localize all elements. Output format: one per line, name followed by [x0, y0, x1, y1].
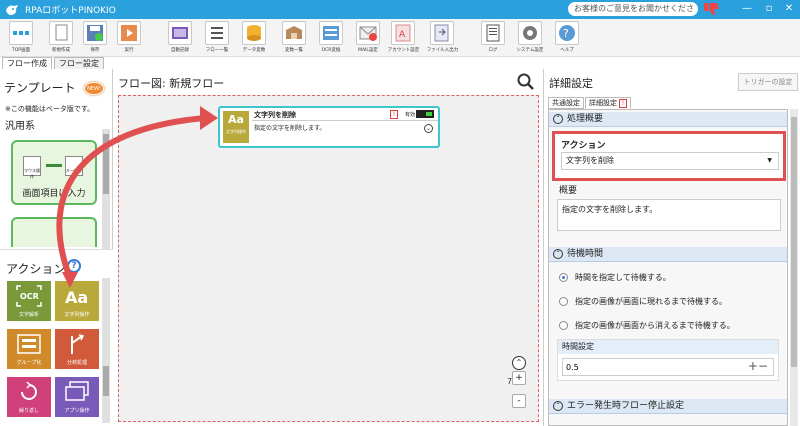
warning-icon: ! — [619, 99, 627, 108]
time-input[interactable] — [562, 358, 774, 376]
section-title: 待機時間 — [567, 249, 604, 259]
detail-title: 詳細設定 — [549, 77, 593, 90]
radio-button[interactable] — [559, 273, 568, 282]
radio-label: 指定の画像が画面に現れるまで待機する。 — [575, 297, 727, 306]
collapse-icon[interactable]: ⌃ — [553, 401, 563, 411]
section-title: エラー発生時フロー停止設定 — [567, 401, 685, 411]
summary-label: 概要 — [559, 186, 578, 196]
tab-label: 詳細設定 — [589, 99, 617, 107]
section-process-summary[interactable]: ⌃ 処理概要 — [549, 112, 787, 127]
tab-common-settings[interactable]: 共通設定 — [548, 97, 584, 109]
radio-wait-image-appear[interactable]: 指定の画像が画面に現れるまで待機する。 — [559, 296, 727, 307]
stepper-icon[interactable]: +− — [748, 359, 768, 373]
scroll-thumb[interactable] — [791, 117, 797, 367]
trigger-settings-button[interactable]: トリガーの設定 — [738, 73, 798, 91]
time-setting-label: 時間設定 — [558, 340, 778, 354]
action-select-value: 文字列を削除 — [566, 156, 614, 165]
detail-tabs: 共通設定 詳細設定! — [548, 97, 631, 109]
action-field-highlight: アクション 文字列を削除 ▼ — [552, 131, 786, 181]
radio-button[interactable] — [559, 321, 568, 330]
section-error-stop[interactable]: ⌃ エラー発生時フロー停止設定 — [549, 399, 787, 414]
collapse-icon[interactable]: ⌃ — [553, 114, 563, 124]
dropdown-arrow-icon: ▼ — [767, 157, 772, 164]
detail-scrollbar[interactable] — [790, 109, 798, 426]
radio-label: 時間を指定して待機する。 — [575, 273, 671, 282]
section-wait-time[interactable]: ⌃ 待機時間 — [549, 247, 787, 262]
action-select[interactable]: 文字列を削除 ▼ — [561, 152, 779, 170]
radio-button[interactable] — [559, 297, 568, 306]
detail-body: ⌃ 処理概要 アクション 文字列を削除 ▼ 概要 指定の文字を削除します。 ⌃ 待機時… — [548, 109, 788, 426]
collapse-icon[interactable]: ⌃ — [553, 249, 563, 259]
radio-wait-image-disappear[interactable]: 指定の画像が画面から消えるまで待機する。 — [559, 320, 735, 331]
section-title: 処理概要 — [567, 114, 604, 124]
time-setting-box: 時間設定 +− — [557, 339, 779, 381]
tab-detail-settings[interactable]: 詳細設定! — [585, 97, 631, 109]
detail-panel: 詳細設定 トリガーの設定 共通設定 詳細設定! ⌃ 処理概要 アクション 文字列を… — [543, 69, 800, 426]
action-label: アクション — [561, 141, 606, 151]
radio-wait-time[interactable]: 時間を指定して待機する。 — [559, 272, 671, 283]
summary-textarea[interactable]: 指定の文字を削除します。 — [557, 199, 781, 231]
radio-label: 指定の画像が画面から消えるまで待機する。 — [575, 321, 735, 330]
